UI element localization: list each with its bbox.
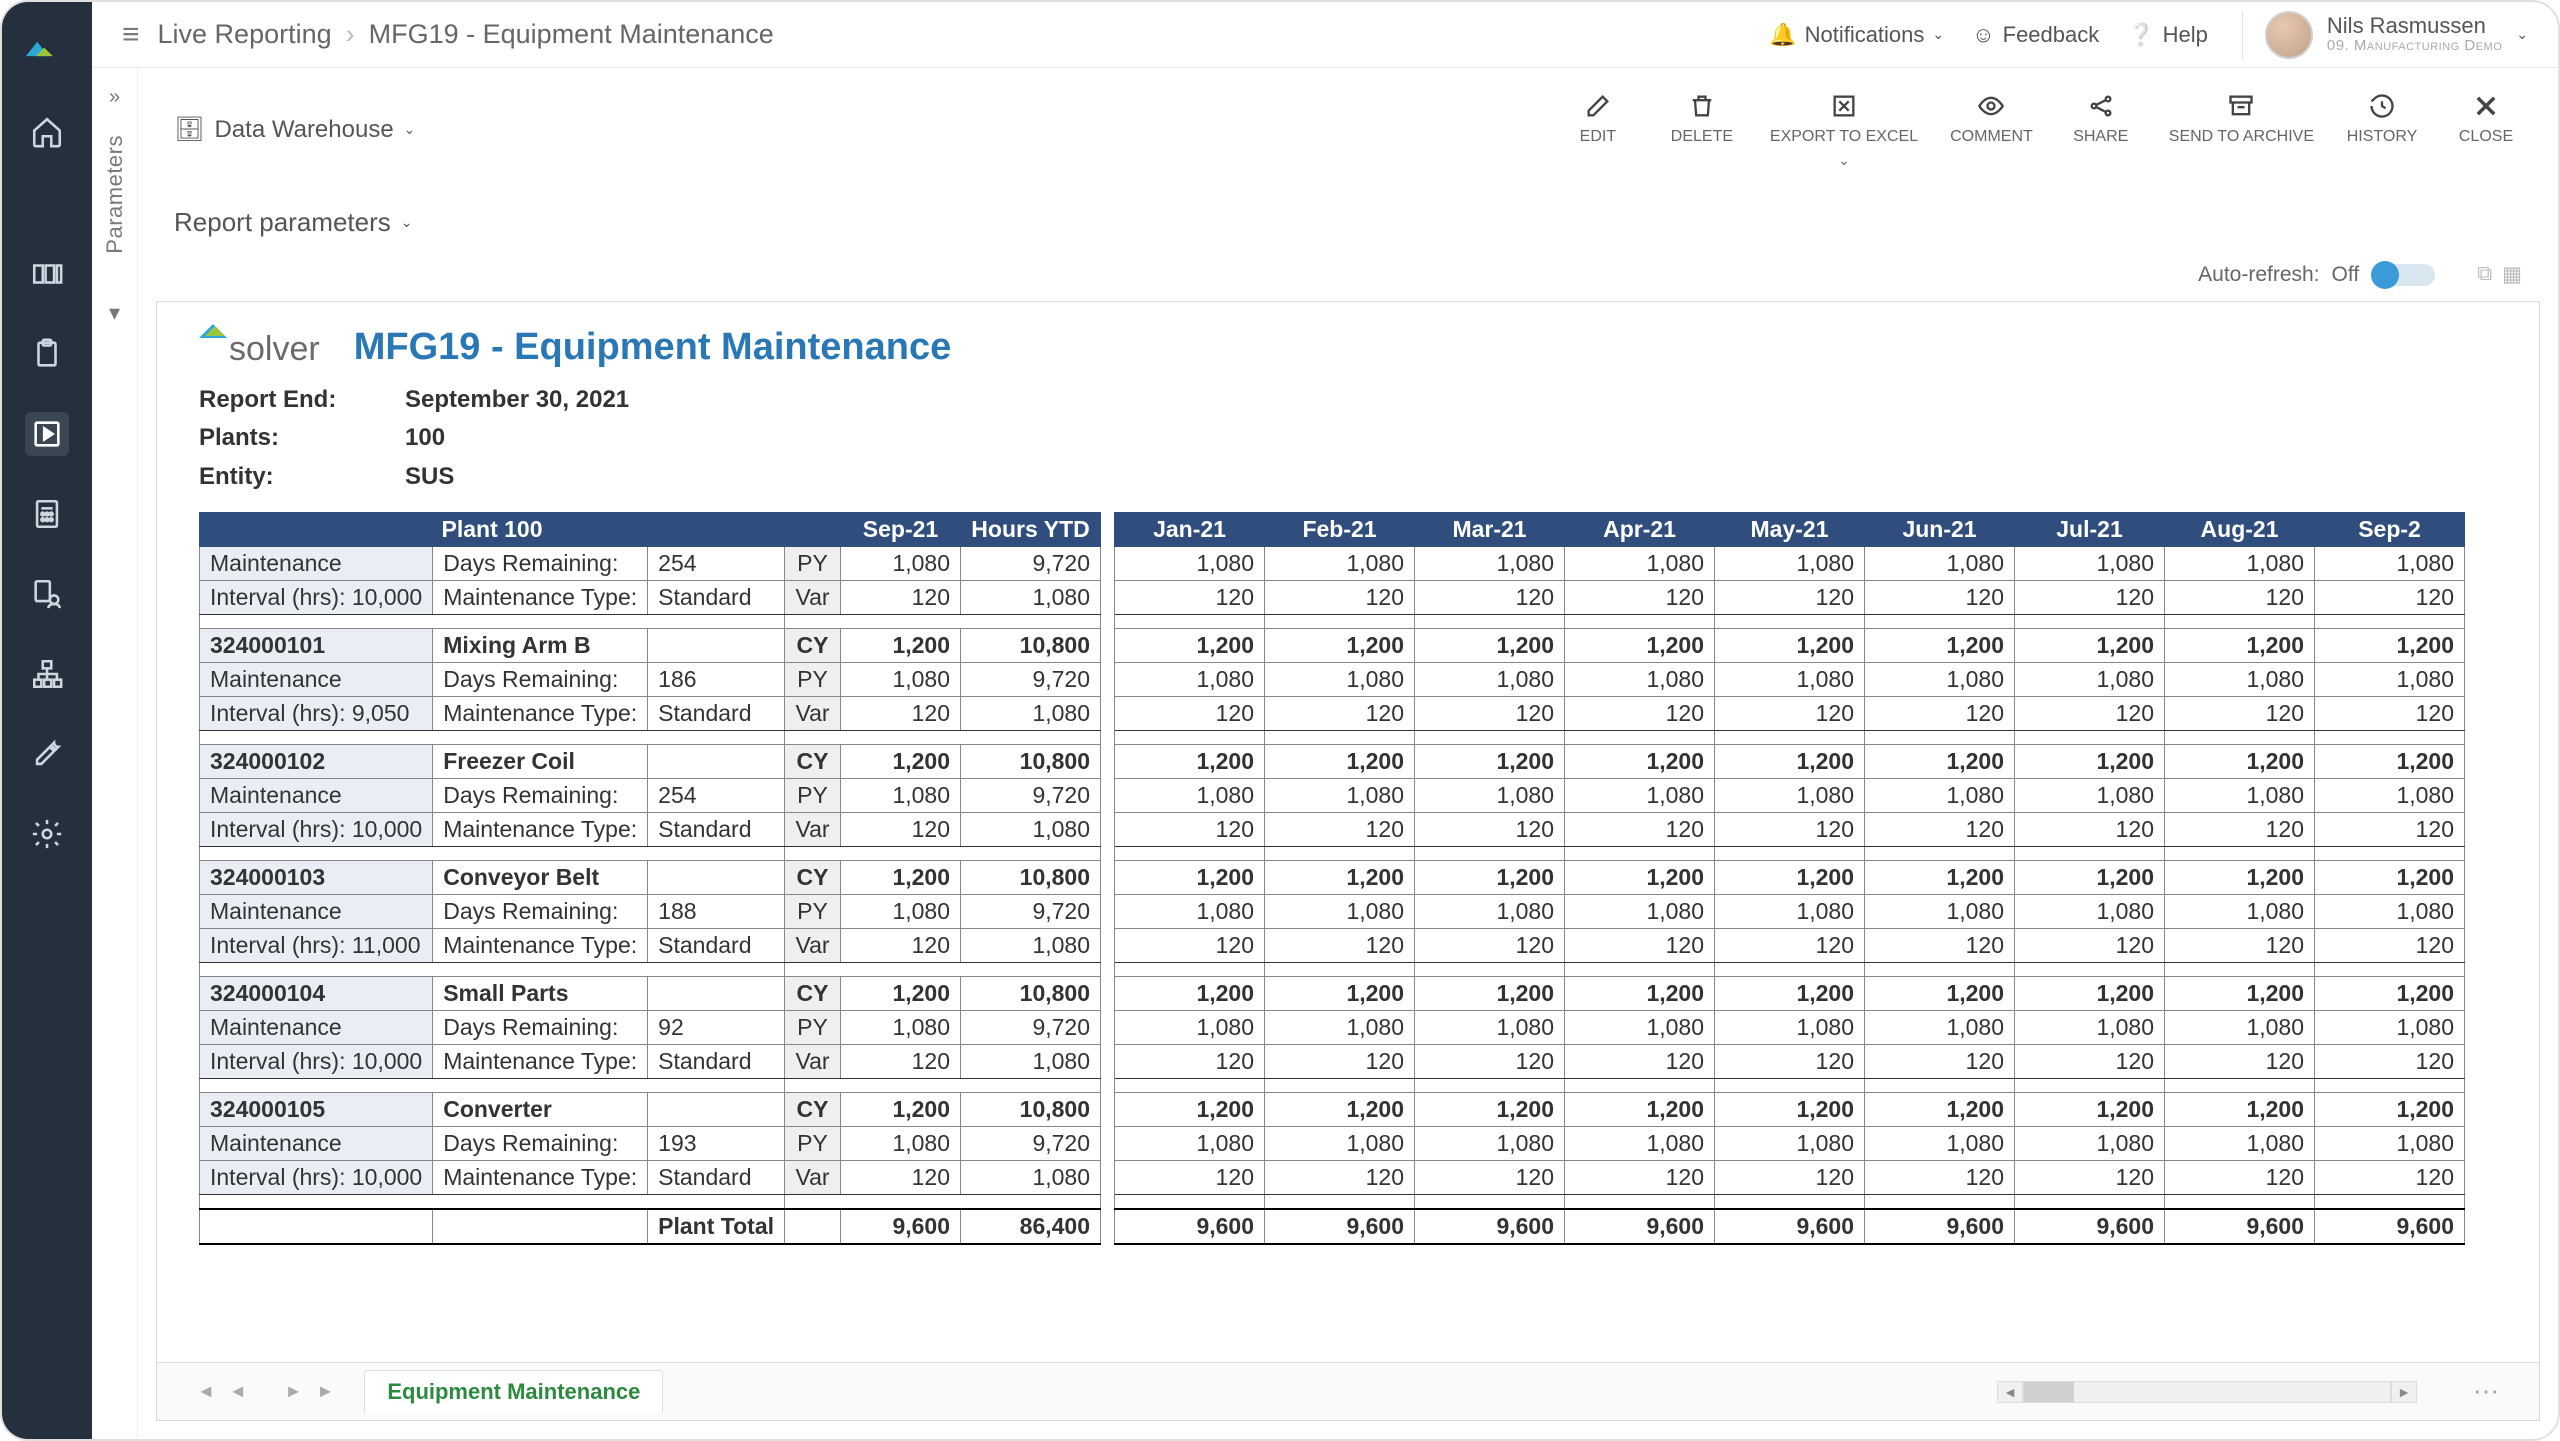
excel-icon <box>1830 90 1858 122</box>
user-subtitle: 09. Manufacturing Demo <box>2327 38 2502 55</box>
sheet-tab-active[interactable]: Equipment Maintenance <box>364 1370 663 1413</box>
archive-button[interactable]: SEND TO ARCHIVE <box>2169 90 2314 169</box>
share-icon <box>2087 90 2115 122</box>
chevron-down-icon: ⌄ <box>1932 26 1944 43</box>
chevron-down-icon: ⌄ <box>2516 26 2528 43</box>
nav-modules-icon[interactable] <box>25 252 69 296</box>
notifications-button[interactable]: 🔔 Notifications ⌄ <box>1769 22 1944 48</box>
nav-tools-icon[interactable] <box>25 732 69 776</box>
archive-icon <box>2227 90 2255 122</box>
horizontal-scrollbar[interactable]: ◄► <box>1997 1381 2417 1403</box>
solver-logo: solver <box>199 330 320 369</box>
user-menu[interactable]: Nils Rasmussen 09. Manufacturing Demo ⌄ <box>2242 11 2528 59</box>
nav-docs-user-icon[interactable] <box>25 572 69 616</box>
data-source-selector[interactable]: 🗄 Data Warehouse ⌄ <box>174 115 415 144</box>
close-button[interactable]: CLOSE <box>2450 90 2522 169</box>
menu-toggle-icon[interactable]: ≡ <box>104 18 158 52</box>
delete-button[interactable]: DELETE <box>1666 90 1738 169</box>
eye-icon <box>1977 90 2005 122</box>
chevron-right-icon: › <box>346 19 355 50</box>
nav-hierarchy-icon[interactable] <box>25 652 69 696</box>
left-nav <box>2 2 92 1439</box>
breadcrumb-page: MFG19 - Equipment Maintenance <box>369 19 774 50</box>
trash-icon <box>1688 90 1716 122</box>
nav-settings-icon[interactable] <box>25 812 69 856</box>
report-grid: Plant 100Sep-21Hours YTDJan-21Feb-21Mar-… <box>199 512 2465 1245</box>
export-excel-button[interactable]: EXPORT TO EXCEL⌄ <box>1770 90 1918 169</box>
report-scroll-area[interactable]: solver MFG19 - Equipment Maintenance Rep… <box>157 302 2539 1362</box>
autorefresh-value: Off <box>2332 263 2360 287</box>
share-button[interactable]: SHARE <box>2065 90 2137 169</box>
topbar: ≡ Live Reporting › MFG19 - Equipment Mai… <box>92 2 2558 68</box>
report-viewer: solver MFG19 - Equipment Maintenance Rep… <box>156 301 2540 1421</box>
chevron-down-icon: ⌄ <box>1838 152 1850 169</box>
autorefresh-toggle[interactable] <box>2371 264 2435 286</box>
report-title: MFG19 - Equipment Maintenance <box>354 326 952 369</box>
sheet-tabs: ◄◄ ►► Equipment Maintenance ◄► ⋯ <box>157 1362 2539 1420</box>
breadcrumb-section[interactable]: Live Reporting <box>158 19 332 50</box>
tab-nav-arrows[interactable]: ◄◄ ►► <box>197 1381 334 1402</box>
parameters-label: Parameters <box>102 135 128 254</box>
toolbar: 🗄 Data Warehouse ⌄ EDIT DELETE EXPORT TO… <box>138 68 2558 179</box>
edit-button[interactable]: EDIT <box>1562 90 1634 169</box>
solver-mark-icon <box>199 324 227 338</box>
chevron-expand-icon[interactable]: » <box>109 86 120 109</box>
history-icon <box>2368 90 2396 122</box>
popout-icon[interactable]: ⧉ <box>2477 262 2492 287</box>
autorefresh-label: Auto-refresh: <box>2198 263 2319 287</box>
brand-logo-icon <box>23 32 71 64</box>
history-button[interactable]: HISTORY <box>2346 90 2418 169</box>
nav-calculator-icon[interactable] <box>25 492 69 536</box>
feedback-button[interactable]: ☺ Feedback <box>1972 22 2099 48</box>
filter-icon[interactable]: ▾ <box>109 300 120 326</box>
nav-clipboard-icon[interactable] <box>25 332 69 376</box>
user-name: Nils Rasmussen <box>2327 14 2502 38</box>
database-icon: 🗄 <box>174 115 204 144</box>
help-button[interactable]: ❔ Help <box>2127 22 2208 48</box>
bell-icon: 🔔 <box>1769 22 1796 48</box>
nav-report-icon[interactable] <box>25 412 69 456</box>
smile-icon: ☺ <box>1972 22 1994 48</box>
report-parameters-toggle[interactable]: Report parameters ⌄ <box>138 179 2558 250</box>
nav-home-icon[interactable] <box>25 110 69 154</box>
grid-icon[interactable]: ▦ <box>2502 262 2522 287</box>
report-meta: Report End:September 30, 2021 Plants:100… <box>199 381 2539 496</box>
pencil-icon <box>1584 90 1612 122</box>
chevron-down-icon: ⌄ <box>404 121 416 138</box>
help-icon: ❔ <box>2127 22 2154 48</box>
parameters-rail: » Parameters ▾ <box>92 68 138 1439</box>
comment-button[interactable]: COMMENT <box>1950 90 2033 169</box>
chevron-down-icon: ⌄ <box>401 214 413 231</box>
sheet-menu-icon[interactable]: ⋯ <box>2447 1376 2499 1407</box>
close-icon <box>2472 90 2500 122</box>
avatar <box>2265 11 2313 59</box>
breadcrumb: Live Reporting › MFG19 - Equipment Maint… <box>158 19 774 50</box>
